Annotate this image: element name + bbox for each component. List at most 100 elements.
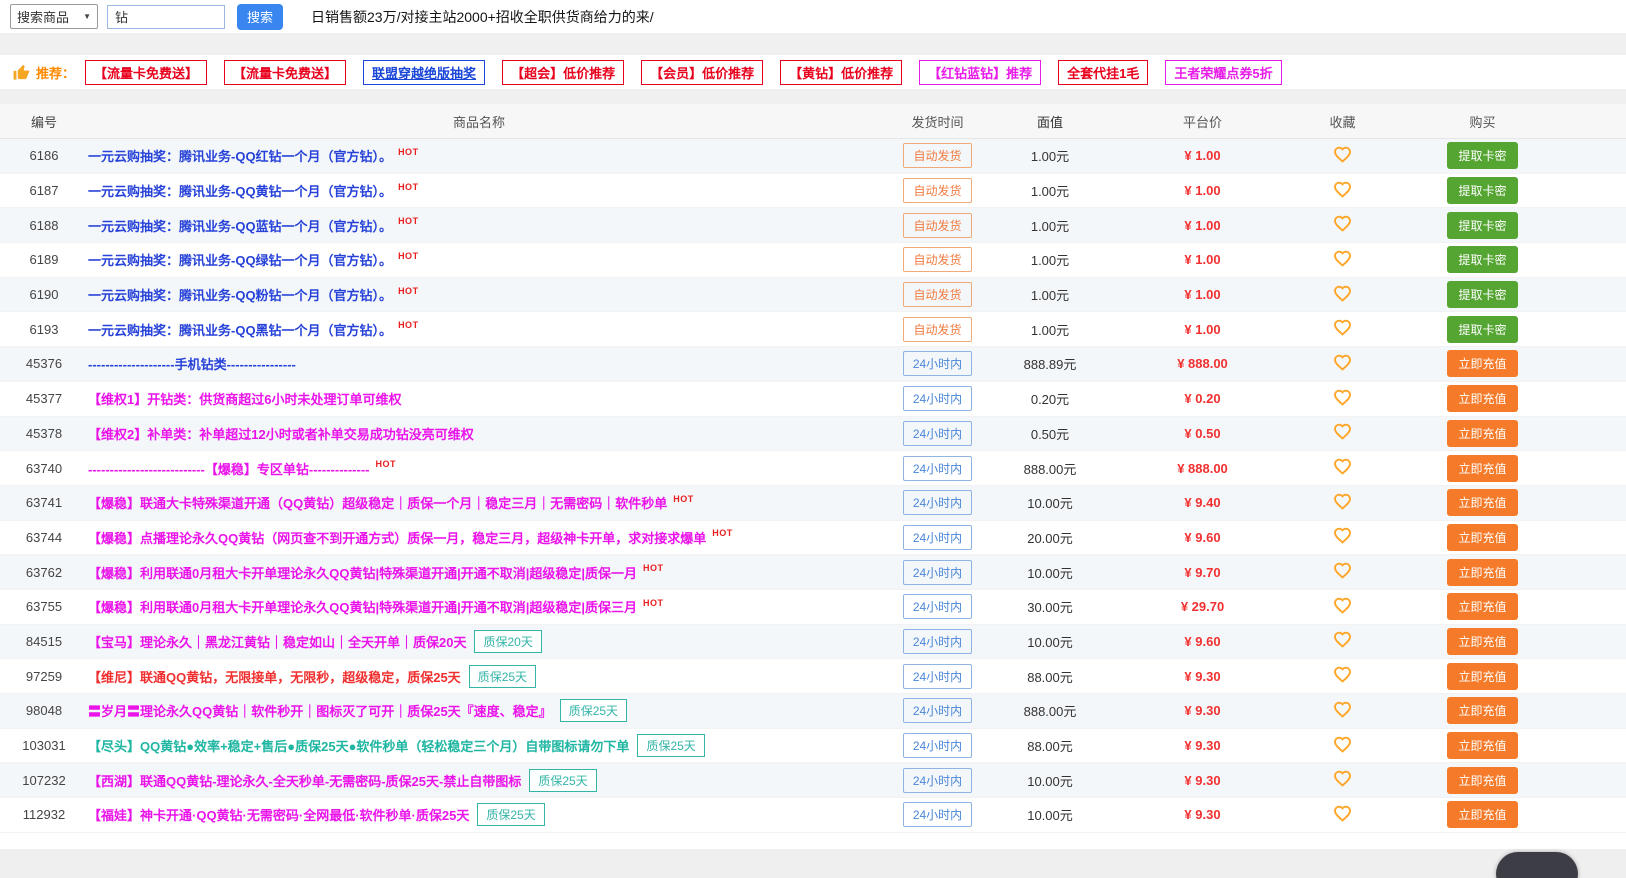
favorite-heart-icon[interactable] xyxy=(1333,284,1352,303)
product-title-cell: 【西湖】联通QQ黄钻-理论永久-全天秒单-无需密码-质保25天-禁止自带图标质保… xyxy=(88,769,870,792)
recharge-button[interactable]: 立即充值 xyxy=(1447,420,1517,447)
product-title-cell: ---------------------------【爆稳】专区单钻-----… xyxy=(88,459,870,478)
favorite-heart-icon[interactable] xyxy=(1333,804,1352,823)
favorite-heart-icon[interactable] xyxy=(1333,700,1352,719)
extract-card-button[interactable]: 提取卡密 xyxy=(1447,281,1517,308)
promo-link[interactable]: 【流量卡免费送】 xyxy=(85,60,207,85)
recharge-button[interactable]: 立即充值 xyxy=(1447,455,1517,482)
product-id: 97259 xyxy=(0,669,88,684)
recharge-button[interactable]: 立即充值 xyxy=(1447,593,1517,620)
table-row: 103031【尽头】QQ黄钻●效率+稳定+售后●质保25天●软件秒单（轻松稳定三… xyxy=(0,729,1626,764)
platform-price: ¥ 1.00 xyxy=(1095,322,1310,337)
product-title-cell: 一元云购抽奖：腾讯业务-QQ绿钻一个月（官方钻）。HOT xyxy=(88,250,870,269)
search-button[interactable]: 搜索 xyxy=(237,4,283,30)
search-input[interactable] xyxy=(107,5,225,29)
product-title-link[interactable]: 【福娃】神卡开通·QQ黄钻·无需密码·全网最低·软件秒单·质保25天 xyxy=(88,805,469,824)
favorite-heart-icon[interactable] xyxy=(1333,769,1352,788)
extract-card-button[interactable]: 提取卡密 xyxy=(1447,212,1517,239)
favorite-heart-icon[interactable] xyxy=(1333,422,1352,441)
favorite-heart-icon[interactable] xyxy=(1333,492,1352,511)
promo-link[interactable]: 王者荣耀点券5折 xyxy=(1165,60,1281,85)
table-row: 63740---------------------------【爆稳】专区单钻… xyxy=(0,451,1626,486)
chat-widget[interactable] xyxy=(1496,852,1578,878)
hot-label: HOT xyxy=(376,459,397,469)
favorite-heart-icon[interactable] xyxy=(1333,596,1352,615)
recharge-button[interactable]: 立即充值 xyxy=(1447,489,1517,516)
platform-price: ¥ 29.70 xyxy=(1095,599,1310,614)
search-category-select[interactable]: 搜索商品 ▼ xyxy=(10,4,98,29)
recharge-button[interactable]: 立即充值 xyxy=(1447,767,1517,794)
favorite-heart-icon[interactable] xyxy=(1333,353,1352,372)
face-value: 1.00元 xyxy=(1005,285,1095,304)
promo-link[interactable]: 【会员】低价推荐 xyxy=(641,60,763,85)
product-title-link[interactable]: 〓岁月〓理论永久QQ黄钻｜软件秒开｜图标灭了可开｜质保25天『速度、稳定』 xyxy=(88,701,552,720)
product-title-link[interactable]: --------------------手机钻类---------------- xyxy=(88,354,296,373)
recharge-button[interactable]: 立即充值 xyxy=(1447,732,1517,759)
recharge-button[interactable]: 立即充值 xyxy=(1447,628,1517,655)
favorite-heart-icon[interactable] xyxy=(1333,145,1352,164)
table-row: 63755【爆稳】利用联通0月租大卡开单理论永久QQ黄钻|特殊渠道开通|开通不取… xyxy=(0,590,1626,625)
favorite-heart-icon[interactable] xyxy=(1333,630,1352,649)
favorite-heart-icon[interactable] xyxy=(1333,665,1352,684)
promo-link[interactable]: 【红钻蓝钻】推荐 xyxy=(919,60,1041,85)
product-title-link[interactable]: 一元云购抽奖：腾讯业务-QQ蓝钻一个月（官方钻）。 xyxy=(88,216,392,235)
table-row: 45378【维权2】补单类：补单超过12小时或者补单交易成功钻没亮可维权24小时… xyxy=(0,417,1626,452)
product-title-link[interactable]: 【爆稳】联通大卡特殊渠道开通（QQ黄钻）超级稳定｜质保一个月｜稳定三月｜无需密码… xyxy=(88,493,667,512)
product-title-link[interactable]: 【爆稳】利用联通0月租大卡开单理论永久QQ黄钻|特殊渠道开通|开通不取消|超级稳… xyxy=(88,597,637,616)
product-title-link[interactable]: 【维尼】联通QQ黄钻，无限接单，无限秒，超级稳定，质保25天 xyxy=(88,667,461,686)
delivery-cell: 自动发货 xyxy=(870,213,1005,238)
promo-bar: 推荐： 【流量卡免费送】【流量卡免费送】联盟穿越绝版抽奖【超会】低价推荐【会员】… xyxy=(0,55,1626,89)
recharge-button[interactable]: 立即充值 xyxy=(1447,385,1517,412)
platform-price: ¥ 0.50 xyxy=(1095,426,1310,441)
action-cell: 立即充值 xyxy=(1375,801,1590,828)
favorite-cell xyxy=(1310,145,1375,167)
promo-link[interactable]: 联盟穿越绝版抽奖 xyxy=(363,60,485,85)
product-title-link[interactable]: 一元云购抽奖：腾讯业务-QQ黄钻一个月（官方钻）。 xyxy=(88,181,392,200)
favorite-heart-icon[interactable] xyxy=(1333,180,1352,199)
favorite-heart-icon[interactable] xyxy=(1333,457,1352,476)
recharge-button[interactable]: 立即充值 xyxy=(1447,350,1517,377)
platform-price: ¥ 1.00 xyxy=(1095,148,1310,163)
promo-link[interactable]: 【超会】低价推荐 xyxy=(502,60,624,85)
delivery-badge: 自动发货 xyxy=(903,178,971,203)
platform-price: ¥ 9.70 xyxy=(1095,565,1310,580)
recharge-button[interactable]: 立即充值 xyxy=(1447,697,1517,724)
face-value: 1.00元 xyxy=(1005,216,1095,235)
recharge-button[interactable]: 立即充值 xyxy=(1447,801,1517,828)
favorite-heart-icon[interactable] xyxy=(1333,249,1352,268)
product-title-link[interactable]: 【爆稳】利用联通0月租大卡开单理论永久QQ黄钻|特殊渠道开通|开通不取消|超级稳… xyxy=(88,563,637,582)
recharge-button[interactable]: 立即充值 xyxy=(1447,559,1517,586)
hot-label: HOT xyxy=(712,528,733,538)
favorite-heart-icon[interactable] xyxy=(1333,318,1352,337)
extract-card-button[interactable]: 提取卡密 xyxy=(1447,142,1517,169)
product-title-link[interactable]: 【西湖】联通QQ黄钻-理论永久-全天秒单-无需密码-质保25天-禁止自带图标 xyxy=(88,771,521,790)
favorite-heart-icon[interactable] xyxy=(1333,214,1352,233)
action-cell: 立即充值 xyxy=(1375,559,1590,586)
product-title-link[interactable]: 一元云购抽奖：腾讯业务-QQ绿钻一个月（官方钻）。 xyxy=(88,250,392,269)
action-cell: 立即充值 xyxy=(1375,489,1590,516)
product-title-link[interactable]: ---------------------------【爆稳】专区单钻-----… xyxy=(88,459,370,478)
extract-card-button[interactable]: 提取卡密 xyxy=(1447,177,1517,204)
promo-link[interactable]: 【流量卡免费送】 xyxy=(224,60,346,85)
product-title-link[interactable]: 【宝马】理论永久｜黑龙江黄钻｜稳定如山｜全天开单｜质保20天 xyxy=(88,632,466,651)
recharge-button[interactable]: 立即充值 xyxy=(1447,524,1517,551)
product-title-link[interactable]: 【爆稳】点播理论永久QQ黄钻（网页查不到开通方式）质保一月，稳定三月，超级神卡开… xyxy=(88,528,706,547)
extract-card-button[interactable]: 提取卡密 xyxy=(1447,246,1517,273)
product-id: 112932 xyxy=(0,807,88,822)
extract-card-button[interactable]: 提取卡密 xyxy=(1447,316,1517,343)
product-title-link[interactable]: 一元云购抽奖：腾讯业务-QQ黑钻一个月（官方钻）。 xyxy=(88,320,392,339)
favorite-heart-icon[interactable] xyxy=(1333,388,1352,407)
product-title-link[interactable]: 一元云购抽奖：腾讯业务-QQ红钻一个月（官方钻）。 xyxy=(88,146,392,165)
recharge-button[interactable]: 立即充值 xyxy=(1447,663,1517,690)
promo-link[interactable]: 【黄钻】低价推荐 xyxy=(780,60,902,85)
product-title-link[interactable]: 【维权2】补单类：补单超过12小时或者补单交易成功钻没亮可维权 xyxy=(88,424,474,443)
promo-link[interactable]: 全套代挂1毛 xyxy=(1058,60,1148,85)
favorite-heart-icon[interactable] xyxy=(1333,526,1352,545)
favorite-cell xyxy=(1310,700,1375,722)
favorite-heart-icon[interactable] xyxy=(1333,561,1352,580)
product-title-link[interactable]: 【维权1】开钻类：供货商超过6小时未处理订单可维权 xyxy=(88,389,401,408)
product-title-link[interactable]: 【尽头】QQ黄钻●效率+稳定+售后●质保25天●软件秒单（轻松稳定三个月）自带图… xyxy=(88,736,629,755)
favorite-cell xyxy=(1310,769,1375,791)
favorite-heart-icon[interactable] xyxy=(1333,735,1352,754)
product-title-link[interactable]: 一元云购抽奖：腾讯业务-QQ粉钻一个月（官方钻）。 xyxy=(88,285,392,304)
